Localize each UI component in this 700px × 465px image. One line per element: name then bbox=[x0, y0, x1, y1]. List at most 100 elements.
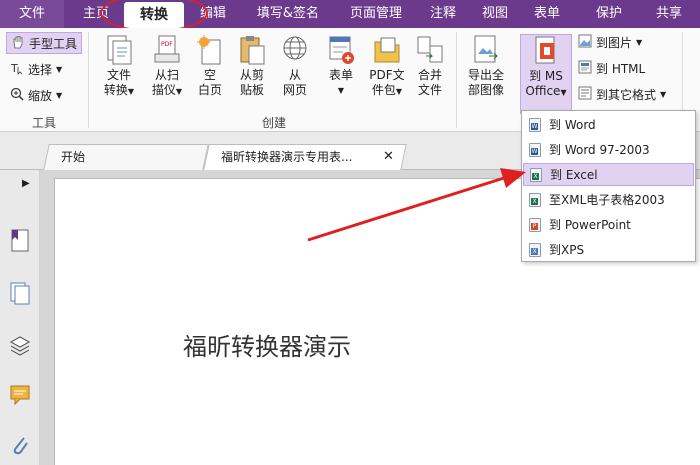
merge-icon bbox=[416, 34, 444, 66]
page-text: 福昕转换器演示 bbox=[183, 333, 351, 361]
zoom-icon bbox=[10, 87, 24, 104]
tab-share[interactable]: 共享 bbox=[646, 0, 692, 28]
chevron-down-icon: ▼ bbox=[175, 87, 183, 96]
file-convert-icon bbox=[105, 34, 133, 66]
chevron-down-icon: ▼ bbox=[660, 89, 667, 99]
tab-edit[interactable]: 编辑 bbox=[188, 0, 238, 28]
image-icon bbox=[578, 34, 592, 51]
menu-item-label: 至XML电子表格2003 bbox=[549, 193, 665, 207]
pdf-package-label-2: 件包▼ bbox=[364, 83, 410, 99]
menu-item-to-xps[interactable]: X 到XPS bbox=[523, 238, 694, 261]
tools-group-label: 工具 bbox=[32, 116, 57, 130]
hand-icon bbox=[11, 35, 25, 52]
blank-page-button[interactable]: 空 白页 bbox=[192, 34, 228, 98]
svg-text:T: T bbox=[10, 62, 18, 75]
tab-home[interactable]: 主页 bbox=[72, 0, 120, 28]
blank-page-label-1: 空 bbox=[203, 68, 216, 82]
merge-files-label-1: 合并 bbox=[417, 68, 442, 82]
tab-current-document[interactable]: 福昕转换器演示专用表... ✕ bbox=[203, 144, 407, 170]
comments-icon[interactable] bbox=[8, 382, 32, 408]
create-group-label: 创建 bbox=[262, 116, 287, 130]
menu-item-to-powerpoint[interactable]: P 到 PowerPoint bbox=[523, 213, 694, 236]
pdf-package-button[interactable]: PDF文 件包▼ bbox=[364, 34, 410, 99]
merge-files-label-2: 文件 bbox=[417, 83, 442, 97]
blank-page-icon bbox=[196, 34, 224, 66]
to-other-format-label: 到其它格式 bbox=[596, 87, 657, 102]
menu-item-label: 到 Excel bbox=[550, 168, 598, 182]
tab-start-label: 开始 bbox=[61, 150, 86, 164]
zoom-button[interactable]: 缩放 ▼ bbox=[6, 84, 66, 106]
globe-icon bbox=[281, 34, 309, 66]
from-clipboard-button[interactable]: 从剪 贴板 bbox=[232, 34, 272, 98]
select-label: 选择 bbox=[28, 62, 53, 77]
form-create-button[interactable]: 表单 ▼ bbox=[320, 34, 362, 98]
tab-file[interactable]: 文件 bbox=[0, 0, 64, 28]
to-image-button[interactable]: 到图片 ▼ bbox=[578, 32, 642, 52]
divider bbox=[456, 32, 457, 128]
close-icon[interactable]: ✕ bbox=[383, 145, 394, 169]
menu-item-to-word-97[interactable]: W 到 Word 97-2003 bbox=[523, 138, 694, 161]
other-format-icon bbox=[578, 86, 592, 103]
from-clipboard-label-2: 贴板 bbox=[239, 83, 264, 97]
tab-protect[interactable]: 保护 bbox=[586, 0, 632, 28]
excel-icon: X bbox=[530, 167, 542, 182]
to-image-label: 到图片 bbox=[596, 35, 633, 50]
export-images-label-2: 部图像 bbox=[467, 83, 504, 97]
from-web-label-1: 从 bbox=[288, 68, 301, 82]
to-ms-office-label-2: Office▼ bbox=[521, 84, 571, 100]
chevron-down-icon: ▼ bbox=[560, 88, 567, 97]
export-all-images-button[interactable]: 导出全 部图像 bbox=[462, 34, 510, 98]
tab-convert[interactable]: 转换 bbox=[124, 2, 184, 28]
from-clipboard-label-1: 从剪 bbox=[239, 68, 264, 82]
blank-page-label-2: 白页 bbox=[197, 83, 222, 97]
tab-fill-sign[interactable]: 填写&签名 bbox=[246, 0, 330, 28]
file-convert-label-2: 转换▼ bbox=[96, 83, 142, 99]
tab-form[interactable]: 表单 bbox=[524, 0, 570, 28]
menu-item-to-excel[interactable]: X 到 Excel bbox=[523, 163, 694, 186]
menu-item-to-xml-spreadsheet[interactable]: X 至XML电子表格2003 bbox=[523, 188, 694, 211]
tab-page-manage[interactable]: 页面管理 bbox=[336, 0, 416, 28]
tab-start[interactable]: 开始 bbox=[43, 144, 209, 170]
pages-icon[interactable] bbox=[8, 280, 32, 306]
page-thumbnails-icon[interactable] bbox=[8, 228, 32, 254]
pdf-package-label-1: PDF文 bbox=[369, 68, 405, 82]
file-convert-button[interactable]: 文件 转换▼ bbox=[96, 34, 142, 99]
chevron-down-icon: ▼ bbox=[127, 87, 135, 96]
from-scanner-label-2: 描仪▼ bbox=[144, 83, 190, 99]
attachment-icon[interactable] bbox=[8, 432, 32, 458]
merge-files-button[interactable]: 合并 文件 bbox=[412, 34, 448, 98]
to-ms-office-button[interactable]: 到 MS Office▼ bbox=[520, 34, 572, 114]
menu-item-label: 到 Word bbox=[549, 118, 596, 132]
to-other-format-button[interactable]: 到其它格式 ▼ bbox=[578, 84, 666, 104]
select-text-icon: T bbox=[10, 61, 24, 78]
export-images-icon bbox=[472, 34, 500, 66]
from-web-button[interactable]: 从 网页 bbox=[276, 34, 314, 98]
menu-item-to-word[interactable]: W 到 Word bbox=[523, 113, 694, 136]
from-scanner-label-2-text: 描仪 bbox=[151, 83, 176, 97]
chevron-down-icon: ▼ bbox=[56, 64, 63, 74]
select-button[interactable]: T 选择 ▼ bbox=[6, 58, 66, 80]
zoom-label: 缩放 bbox=[28, 88, 53, 103]
menu-tab-bar: 文件 主页 转换 编辑 填写&签名 页面管理 注释 视图 表单 保护 共享 bbox=[0, 0, 700, 28]
ms-office-dropdown: W 到 Word W 到 Word 97-2003 X 到 Excel X 至X… bbox=[521, 110, 696, 262]
tab-annotate[interactable]: 注释 bbox=[420, 0, 466, 28]
from-scanner-button[interactable]: PDF 从扫 描仪▼ bbox=[144, 34, 190, 99]
hand-tool-button[interactable]: 手型工具 bbox=[6, 32, 83, 54]
layers-icon[interactable] bbox=[8, 332, 32, 358]
excel-icon: X bbox=[529, 192, 541, 207]
from-scanner-label-1: 从扫 bbox=[154, 68, 179, 82]
export-images-label-1: 导出全 bbox=[467, 68, 504, 82]
file-convert-label-2-text: 转换 bbox=[103, 83, 128, 97]
from-web-label-2: 网页 bbox=[282, 83, 307, 97]
clipboard-icon bbox=[238, 34, 266, 66]
html-icon bbox=[578, 60, 592, 77]
menu-item-label: 到 Word 97-2003 bbox=[549, 143, 650, 157]
xps-icon: X bbox=[529, 242, 541, 257]
expand-panel-icon[interactable]: ▶ bbox=[22, 178, 30, 189]
tab-view[interactable]: 视图 bbox=[472, 0, 518, 28]
pdf-package-icon bbox=[373, 34, 401, 66]
tab-current-label: 福昕转换器演示专用表... bbox=[221, 150, 353, 164]
menu-item-label: 到XPS bbox=[549, 243, 585, 257]
office-icon bbox=[532, 35, 560, 67]
to-html-button[interactable]: 到 HTML bbox=[578, 58, 645, 78]
